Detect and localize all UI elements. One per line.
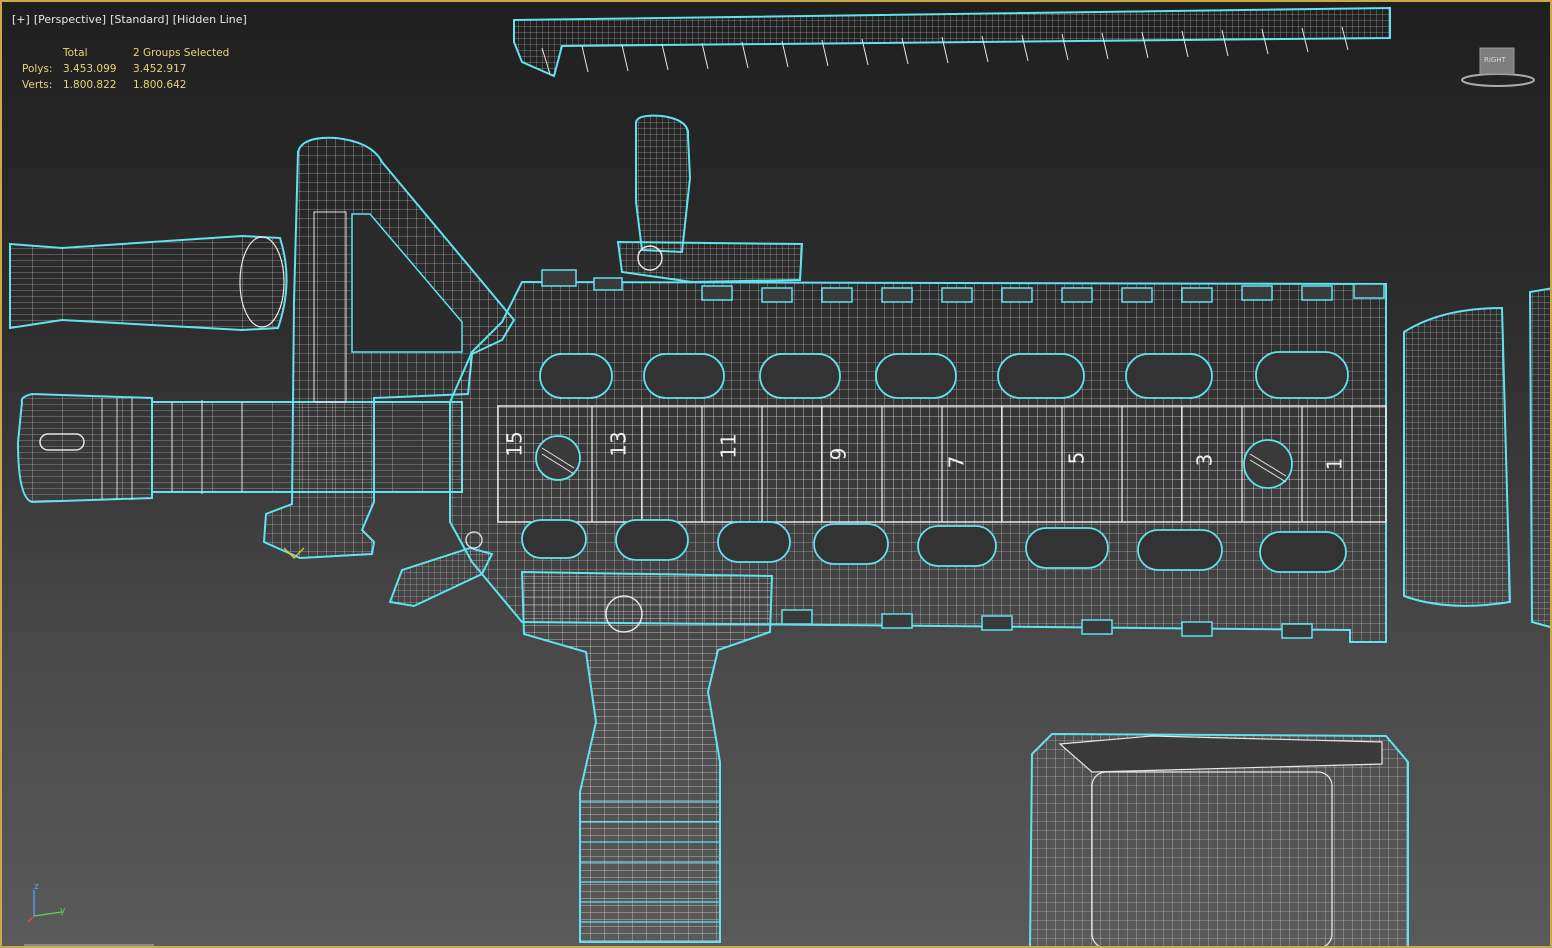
stats-label: Verts: <box>22 79 53 91</box>
top-rail-part <box>513 6 1391 78</box>
axis-tripod-icon <box>27 890 63 923</box>
axis-tripod: z y <box>24 882 74 927</box>
magazine <box>1029 732 1409 946</box>
viewport-menu-perspective[interactable]: [Perspective] <box>34 13 106 26</box>
delta-ring <box>1403 287 1550 628</box>
perspective-viewport[interactable]: 15 13 11 9 7 5 3 1 [+] [Perspective] [Stan… <box>0 0 1552 948</box>
viewport-menu-shading[interactable]: [Hidden Line] <box>173 13 247 26</box>
rail-number: 7 <box>944 455 969 469</box>
stats-selected: 3.452.917 <box>133 63 187 75</box>
stats-total: 1.800.822 <box>63 79 117 91</box>
flash-hider <box>16 392 153 504</box>
stats-header-total: Total <box>63 47 88 59</box>
rail-number: 11 <box>716 433 741 459</box>
viewcube[interactable]: RIGHT <box>1458 42 1538 92</box>
axis-z-label: z <box>34 882 39 892</box>
upper-tube <box>9 234 288 332</box>
viewport-menu-plus[interactable]: [+] <box>12 13 30 26</box>
wireframe-scene[interactable] <box>2 2 1552 948</box>
timeline-strip[interactable] <box>24 944 154 946</box>
rail-number: 3 <box>1192 453 1217 467</box>
viewport-menu-standard[interactable]: [Standard] <box>110 13 169 26</box>
viewcube-face-label[interactable]: RIGHT <box>1484 56 1506 64</box>
stats-label: Polys: <box>22 63 53 75</box>
axis-y-label: y <box>60 906 66 916</box>
viewcube-icon[interactable] <box>1458 42 1538 92</box>
flip-sight <box>616 114 804 284</box>
stats-total: 3.453.099 <box>63 63 117 75</box>
rail-number: 5 <box>1064 451 1089 465</box>
rail-number: 1 <box>1322 457 1347 471</box>
stats-row-polys: Polys: 3.453.099 3.452.917 <box>22 61 233 77</box>
stats-header-blank <box>22 45 63 61</box>
rail-number: 9 <box>826 447 851 461</box>
statistics-overlay: Total 2 Groups Selected Polys: 3.453.099… <box>22 45 233 93</box>
stats-selected: 1.800.642 <box>133 79 187 91</box>
viewport-label[interactable]: [+] [Perspective] [Standard] [Hidden Line] <box>12 13 251 26</box>
stats-header-selected: 2 Groups Selected <box>133 47 230 59</box>
rail-number: 13 <box>606 431 631 457</box>
vertical-foregrip <box>520 570 774 943</box>
rail-number: 15 <box>502 431 527 457</box>
stats-row-verts: Verts: 1.800.822 1.800.642 <box>22 77 233 93</box>
